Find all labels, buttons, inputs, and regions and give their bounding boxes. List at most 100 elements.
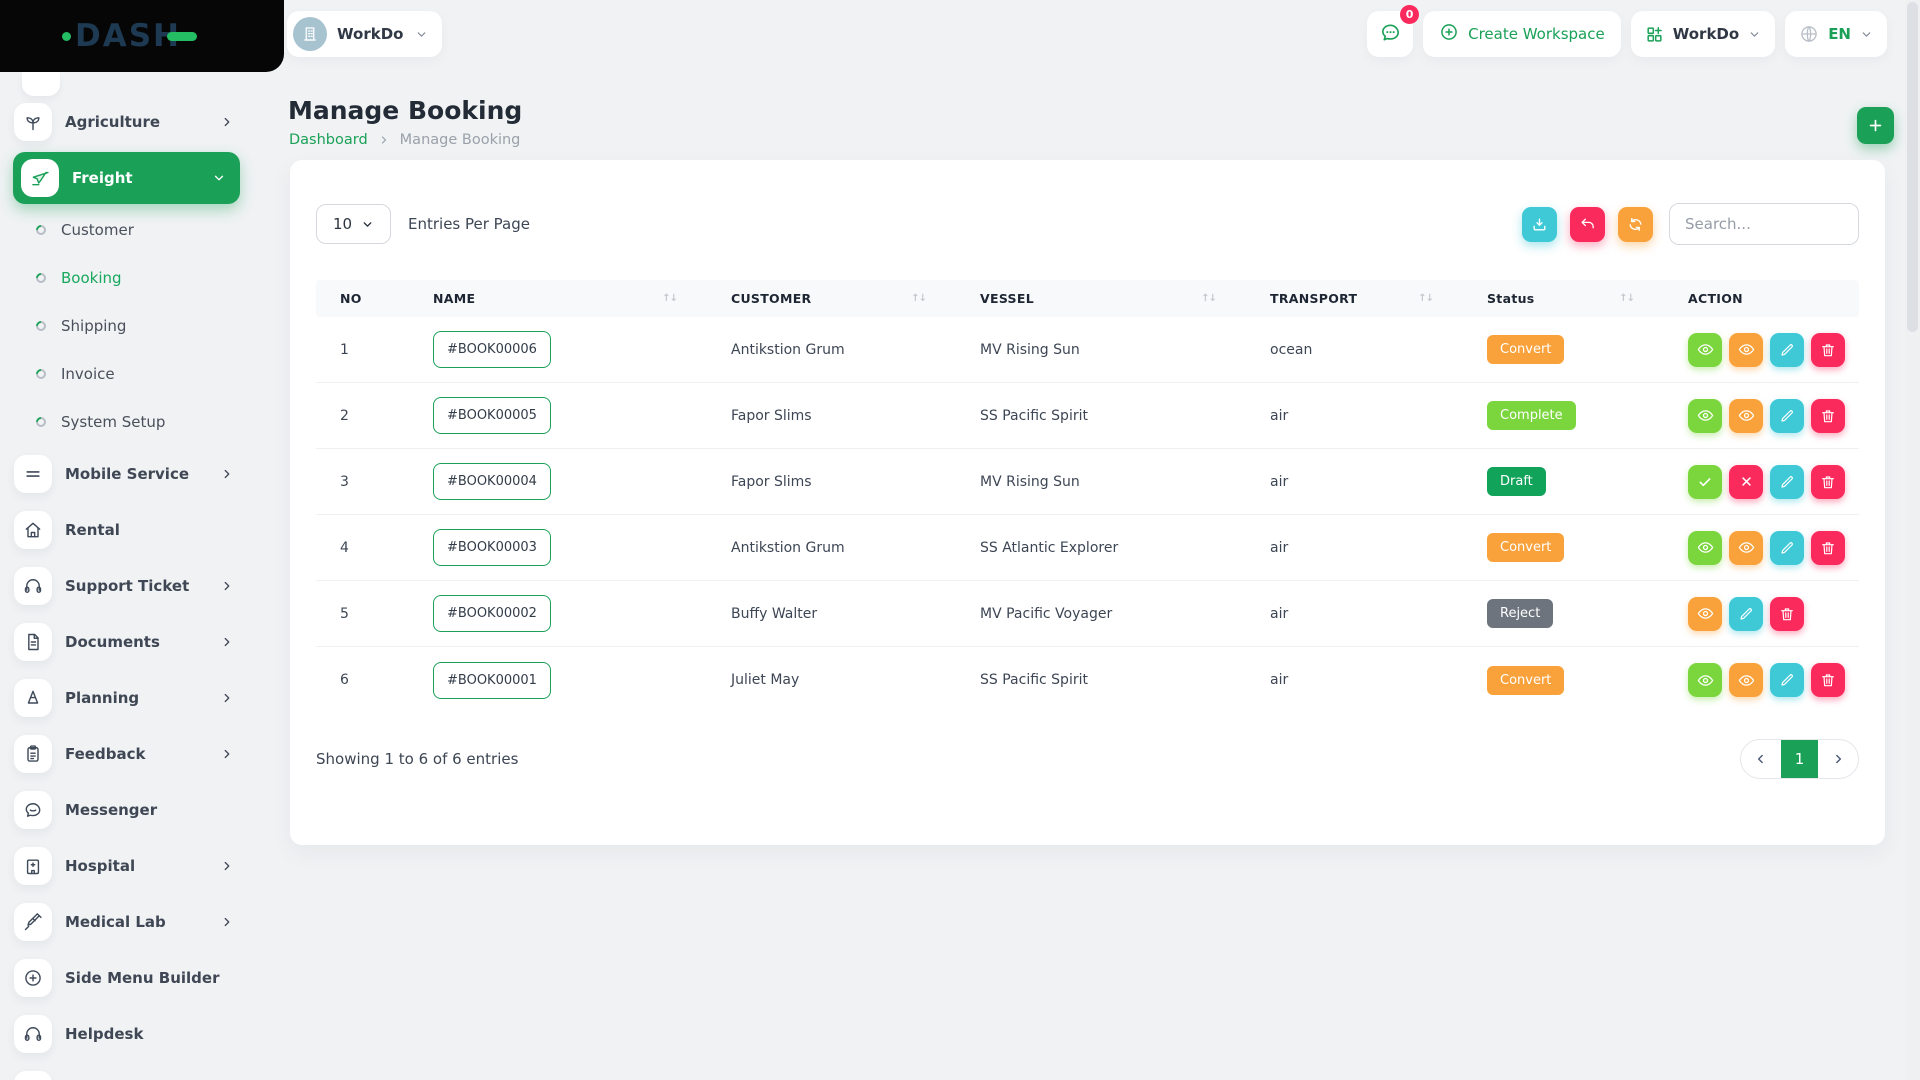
booking-number-button[interactable]: #BOOK00003	[433, 529, 551, 566]
app-switcher-button[interactable]: WorkDo	[1631, 11, 1775, 57]
hospital-icon	[14, 847, 52, 885]
booking-number-button[interactable]: #BOOK00004	[433, 463, 551, 500]
pencil-icon	[1738, 606, 1754, 622]
sidebar-partial-item	[22, 72, 60, 96]
edit-button[interactable]	[1770, 465, 1804, 499]
refresh-button[interactable]	[1618, 207, 1653, 242]
reset-button[interactable]	[1570, 207, 1605, 242]
edit-button[interactable]	[1729, 597, 1763, 631]
delete-button[interactable]	[1811, 465, 1845, 499]
current-page-button[interactable]: 1	[1781, 740, 1818, 778]
chevron-right-icon	[220, 859, 234, 873]
sidebar-item-messenger[interactable]: Messenger	[0, 782, 256, 838]
cell-no: 1	[316, 342, 409, 358]
view-button[interactable]	[1688, 399, 1722, 433]
delete-button[interactable]	[1811, 531, 1845, 565]
edit-button[interactable]	[1770, 333, 1804, 367]
eye-icon	[1738, 341, 1755, 358]
undo-icon	[1579, 216, 1596, 233]
pencil-icon	[1779, 540, 1795, 556]
reject-button[interactable]	[1729, 465, 1763, 499]
delete-button[interactable]	[1811, 663, 1845, 697]
status-badge: Reject	[1487, 599, 1553, 628]
breadcrumb-dashboard-link[interactable]: Dashboard	[289, 132, 368, 148]
sidebar-item-hospital[interactable]: Hospital	[0, 838, 256, 894]
create-workspace-button[interactable]: Create Workspace	[1423, 11, 1621, 57]
sidebar-item-customer[interactable]: Customer	[0, 206, 256, 254]
cell-transport: ocean	[1246, 342, 1463, 358]
table-row: 3 #BOOK00004 Fapor Slims MV Rising Sun a…	[316, 449, 1859, 515]
view-button[interactable]	[1688, 531, 1722, 565]
edit-button[interactable]	[1770, 531, 1804, 565]
x-icon	[1739, 474, 1754, 489]
sidebar-item-documents[interactable]: Documents	[0, 614, 256, 670]
preview-button[interactable]	[1729, 663, 1763, 697]
chevron-down-icon	[361, 218, 374, 231]
preview-button[interactable]	[1688, 597, 1722, 631]
delete-button[interactable]	[1811, 399, 1845, 433]
edit-button[interactable]	[1770, 399, 1804, 433]
status-badge: Convert	[1487, 335, 1564, 364]
language-code: EN	[1828, 25, 1851, 43]
pencil-icon	[1779, 342, 1795, 358]
sidebar-item-system-setup[interactable]: System Setup	[0, 398, 256, 446]
cell-transport: air	[1246, 474, 1463, 490]
edit-button[interactable]	[1770, 663, 1804, 697]
workspace-selector[interactable]: WorkDo	[287, 11, 442, 57]
next-page-button[interactable]	[1818, 740, 1858, 778]
sort-icon[interactable]: ↑↓	[911, 293, 926, 304]
eye-icon	[1738, 539, 1755, 556]
brand-name: DASH	[75, 18, 181, 54]
scrollbar-thumb[interactable]	[1907, 2, 1918, 332]
booking-number-button[interactable]: #BOOK00005	[433, 397, 551, 434]
sidebar-item-side-menu-builder[interactable]: Side Menu Builder	[0, 950, 256, 1006]
booking-number-button[interactable]: #BOOK00006	[433, 331, 551, 368]
language-selector[interactable]: EN	[1785, 11, 1887, 57]
messages-button[interactable]: 0	[1367, 11, 1413, 57]
sidebar-item-support-ticket[interactable]: Support Ticket	[0, 558, 256, 614]
cell-no: 4	[316, 540, 409, 556]
sort-icon[interactable]: ↑↓	[662, 293, 677, 304]
preview-button[interactable]	[1729, 333, 1763, 367]
sort-icon[interactable]: ↑↓	[1201, 293, 1216, 304]
cell-no: 5	[316, 606, 409, 622]
table-row: 5 #BOOK00002 Buffy Walter MV Pacific Voy…	[316, 581, 1859, 647]
bullet-icon	[34, 319, 48, 333]
cone-icon	[14, 679, 52, 717]
preview-button[interactable]	[1729, 399, 1763, 433]
plane-icon	[21, 159, 59, 197]
cell-vessel: MV Pacific Voyager	[956, 606, 1246, 622]
sidebar-item-invoice[interactable]: Invoice	[0, 350, 256, 398]
export-button[interactable]	[1522, 207, 1557, 242]
sidebar-item-agriculture[interactable]: Agriculture	[0, 94, 256, 150]
chevron-right-icon	[378, 134, 390, 146]
sidebar-item-booking[interactable]: Booking	[0, 254, 256, 302]
delete-button[interactable]	[1811, 333, 1845, 367]
page-scrollbar[interactable]	[1905, 0, 1920, 1080]
sort-icon[interactable]: ↑↓	[1418, 293, 1433, 304]
entries-per-page-select[interactable]: 10	[316, 204, 391, 244]
search-input[interactable]	[1669, 203, 1859, 245]
sidebar-item-freight[interactable]: Freight	[13, 152, 240, 204]
previous-page-button[interactable]	[1741, 740, 1781, 778]
delete-button[interactable]	[1770, 597, 1804, 631]
approve-button[interactable]	[1688, 465, 1722, 499]
row-actions	[1664, 333, 1859, 367]
sort-icon[interactable]: ↑↓	[1619, 293, 1634, 304]
sidebar-item-rental[interactable]: Rental	[0, 502, 256, 558]
booking-number-button[interactable]: #BOOK00001	[433, 662, 551, 699]
view-button[interactable]	[1688, 333, 1722, 367]
sidebar-item-shipping[interactable]: Shipping	[0, 302, 256, 350]
sidebar-item-mobile-service[interactable]: Mobile Service	[0, 446, 256, 502]
view-button[interactable]	[1688, 663, 1722, 697]
sidebar-item-medical-lab[interactable]: Medical Lab	[0, 894, 256, 950]
sidebar-item-planning[interactable]: Planning	[0, 670, 256, 726]
preview-button[interactable]	[1729, 531, 1763, 565]
clipboard-icon	[14, 735, 52, 773]
sidebar-item-helpdesk[interactable]: Helpdesk	[0, 1006, 256, 1062]
chat-bubble-icon	[14, 791, 52, 829]
booking-number-button[interactable]: #BOOK00002	[433, 595, 551, 632]
add-booking-button[interactable]	[1857, 107, 1894, 144]
globe-icon	[1799, 24, 1819, 44]
sidebar-item-feedback[interactable]: Feedback	[0, 726, 256, 782]
